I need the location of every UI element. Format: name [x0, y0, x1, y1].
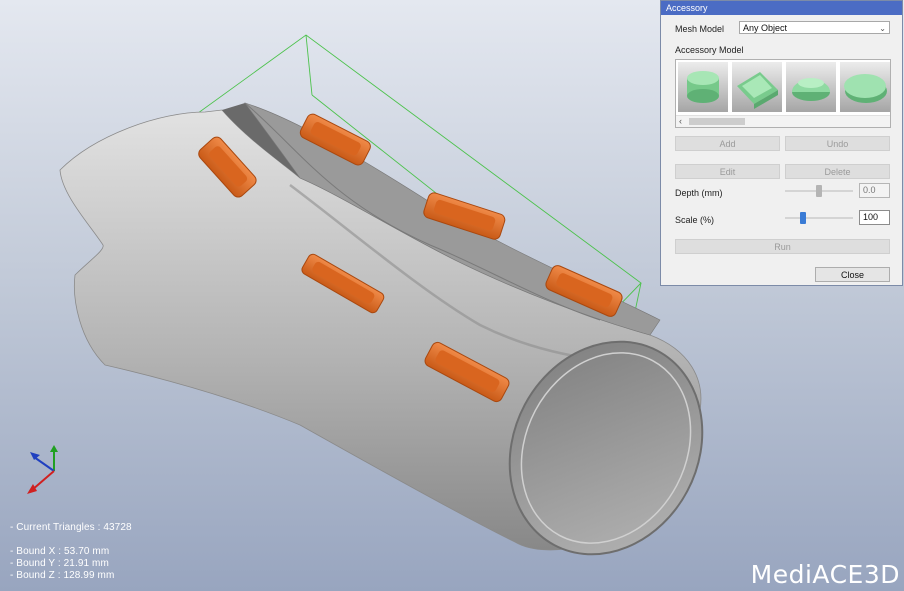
mesh-model-select[interactable]: Any Object ⌄ [739, 21, 890, 34]
depth-label: Depth (mm) [675, 188, 723, 198]
accessory-thumb-cylinder-cap-icon[interactable] [678, 62, 728, 112]
bound-z: - Bound Z : 128.99 mm [10, 570, 115, 581]
panel-title: Accessory [661, 1, 902, 15]
axis-gizmo [27, 445, 58, 494]
z-axis-line [33, 456, 55, 472]
mesh-model-value: Any Object [743, 23, 788, 33]
scroll-left-icon[interactable]: ‹ [679, 116, 682, 127]
y-axis-arrow-icon [50, 445, 58, 452]
scale-slider-handle[interactable] [800, 212, 806, 224]
accessory-thumb-oval-cap-icon[interactable] [840, 62, 890, 112]
mesh-model-label: Mesh Model [675, 24, 725, 34]
x-axis-arrow-icon [27, 484, 37, 494]
add-button[interactable]: Add [675, 136, 780, 151]
delete-button[interactable]: Delete [785, 164, 890, 179]
close-button[interactable]: Close [815, 267, 890, 282]
scrollbar-thumb[interactable] [689, 118, 745, 125]
accessory-panel: Accessory Mesh Model Any Object ⌄ Access… [660, 0, 903, 286]
z-axis-arrow-icon [30, 452, 40, 460]
accessory-thumb-dome-cap-icon[interactable] [786, 62, 836, 112]
triangle-count: - Current Triangles : 43728 [10, 522, 132, 533]
scale-slider[interactable] [785, 217, 853, 219]
undo-button[interactable]: Undo [785, 136, 890, 151]
x-axis-line [31, 470, 55, 491]
mediace3d-logo: MediACE3D [750, 560, 900, 589]
edit-button[interactable]: Edit [675, 164, 780, 179]
depth-slider-handle[interactable] [816, 185, 822, 197]
accessory-thumb-rounded-bar-icon[interactable] [732, 62, 782, 112]
orthosis-mesh[interactable] [59, 102, 739, 588]
bound-y: - Bound Y : 21.91 mm [10, 558, 109, 569]
accessory-model-gallery[interactable]: ‹ [675, 59, 891, 128]
bound-x: - Bound X : 53.70 mm [10, 546, 110, 557]
gallery-scrollbar[interactable]: ‹ [676, 115, 890, 127]
depth-input[interactable]: 0.0 [859, 183, 890, 198]
scale-label: Scale (%) [675, 215, 715, 225]
scale-input[interactable]: 100 [859, 210, 890, 225]
accessory-model-label: Accessory Model [675, 45, 744, 55]
chevron-down-icon[interactable]: ⌄ [879, 22, 886, 35]
run-button[interactable]: Run [675, 239, 890, 254]
